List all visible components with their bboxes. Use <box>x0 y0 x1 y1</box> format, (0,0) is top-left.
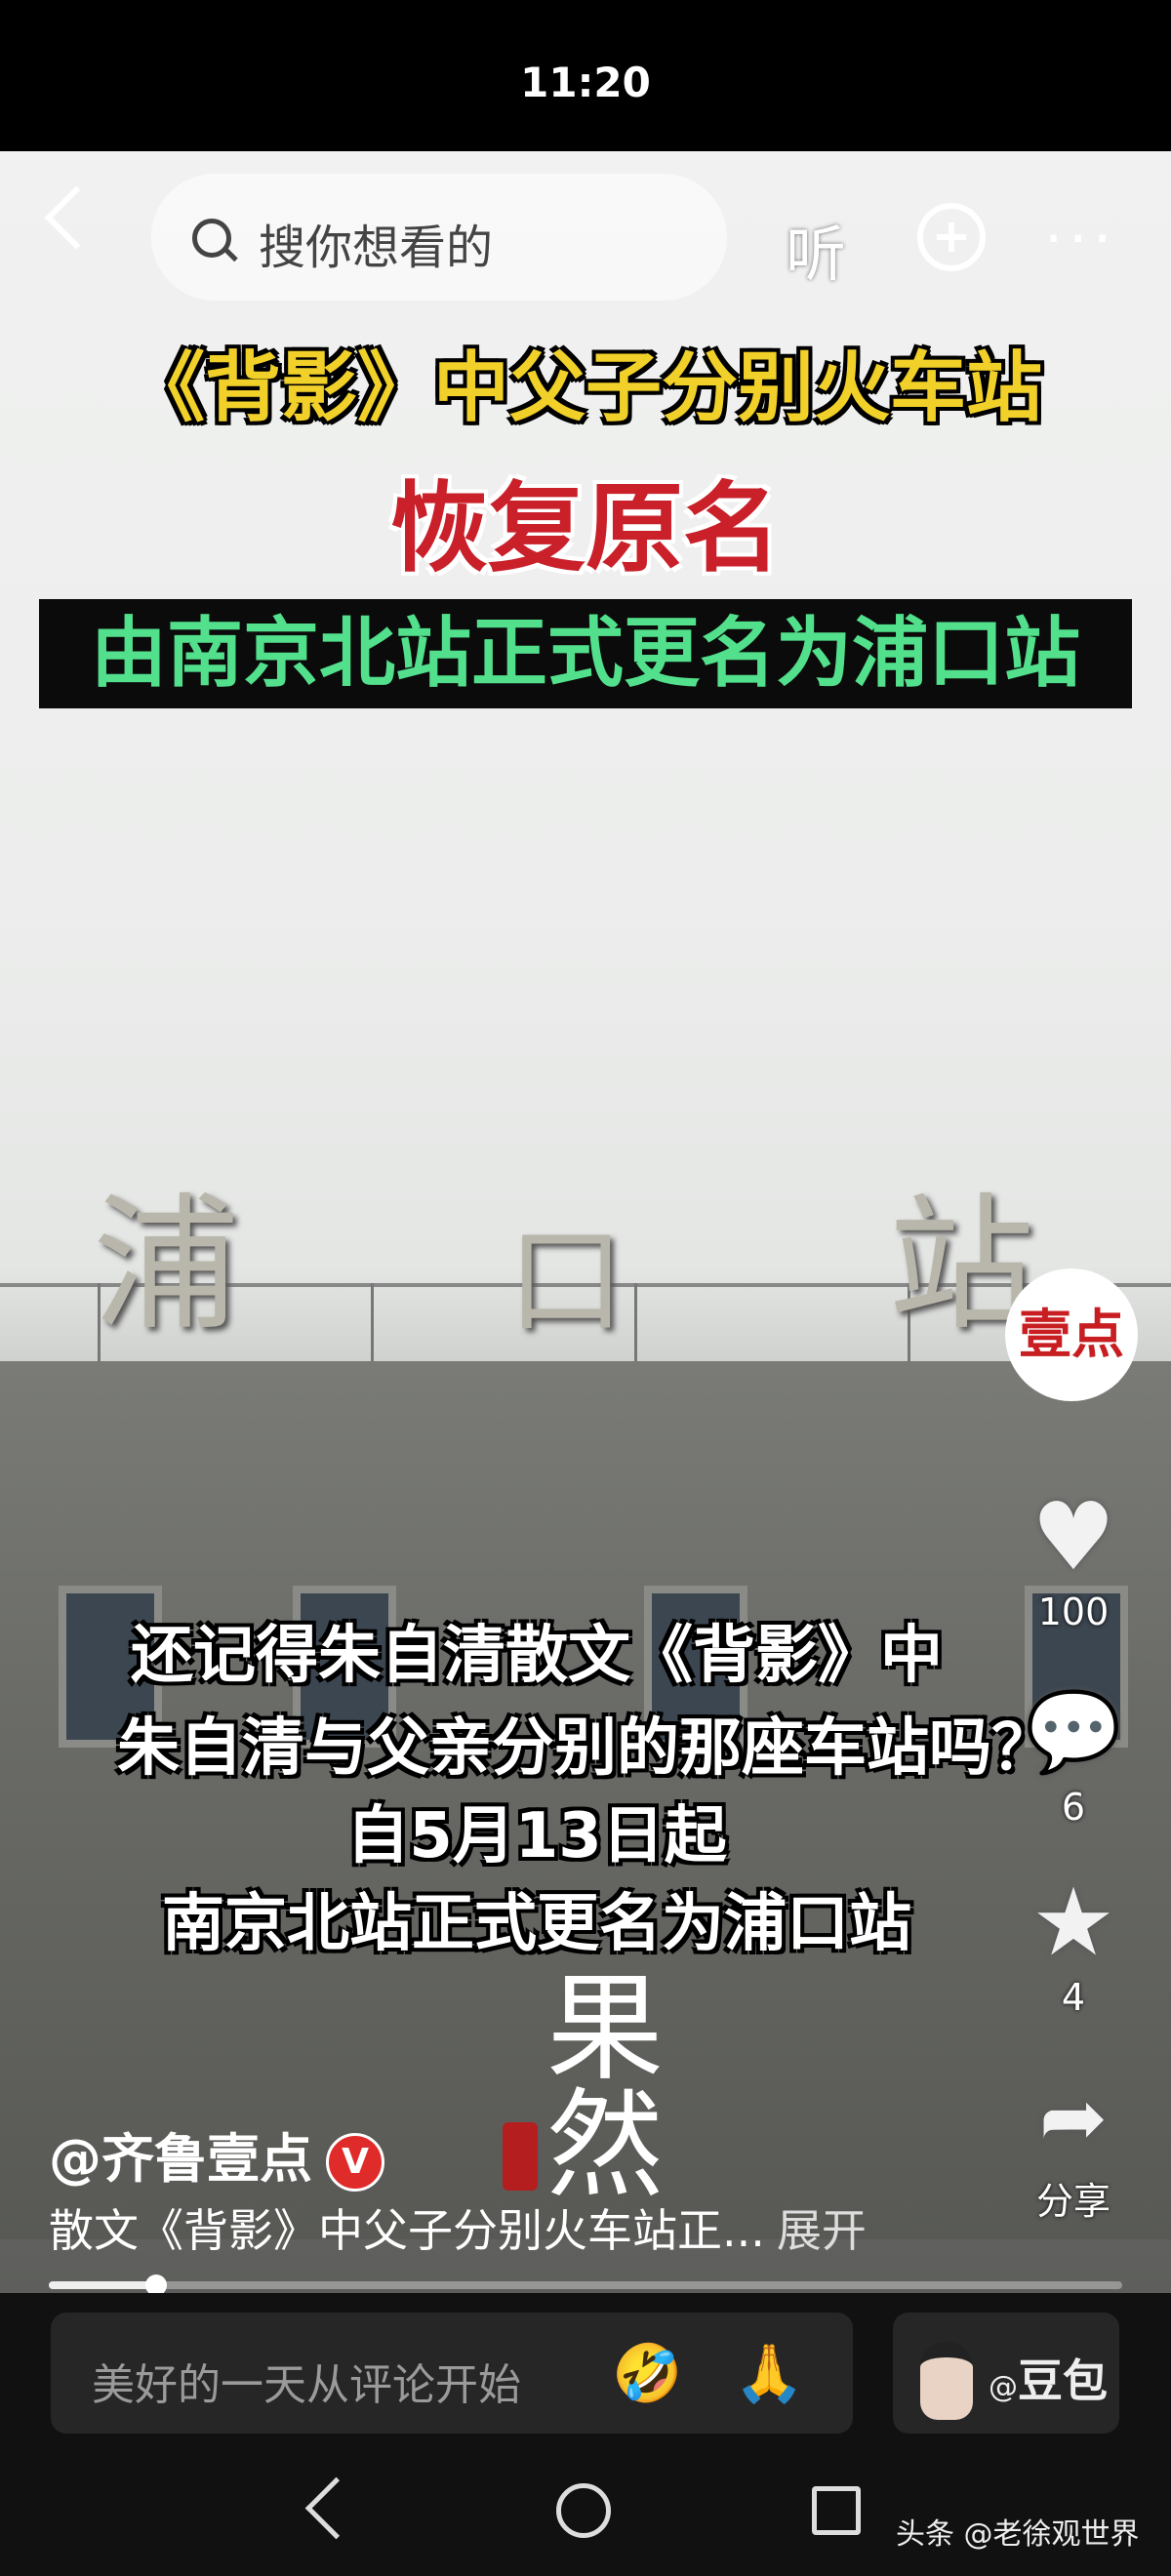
more-icon[interactable]: ··· <box>1044 205 1117 273</box>
video-progress-bar[interactable] <box>49 2274 1122 2296</box>
caption-line: 自5月13日起 <box>346 1800 727 1872</box>
comment-button[interactable]: 💬 6 <box>1015 1678 1132 1829</box>
headline-line2: 恢复原名 <box>390 471 781 585</box>
post-description[interactable]: 散文《背影》中父子分别火车站正... 展开 <box>49 2195 867 2260</box>
like-button[interactable]: ♥ 100 <box>1015 1483 1132 1633</box>
favorite-button[interactable]: ★ 4 <box>1015 1869 1132 2019</box>
system-recents-icon[interactable] <box>812 2486 861 2535</box>
star-icon: ★ <box>1030 1868 1116 1977</box>
verified-badge-icon: V <box>326 2133 384 2193</box>
sign-char-pu: 浦 <box>93 1181 240 1350</box>
listen-button[interactable]: 听 <box>786 205 846 293</box>
laughing-emoji-icon[interactable]: 🤣 <box>612 2340 682 2407</box>
comment-input[interactable]: 美好的一天从评论开始 🤣 🙏 <box>51 2313 853 2434</box>
comment-icon: 💬 <box>1025 1686 1122 1777</box>
headline-line3: 由南京北站正式更名为浦口站 <box>39 599 1132 708</box>
caption-line: 还记得朱自清散文《背影》中 <box>131 1620 943 1692</box>
pray-emoji-icon[interactable]: 🙏 <box>734 2340 804 2407</box>
share-label: 分享 <box>1035 2180 1110 2223</box>
system-home-icon[interactable] <box>556 2483 611 2538</box>
comment-placeholder: 美好的一天从评论开始 <box>92 2360 521 2410</box>
headline-line1: 《背影》中父子分别火车站 <box>128 344 1042 432</box>
comment-count: 6 <box>1061 1786 1086 1829</box>
share-icon: ➦ <box>1038 2070 1109 2165</box>
source-watermark: 头条 @老徐观世界 <box>896 2517 1140 2552</box>
description-text: 散文《背影》中父子分别火车站正... <box>49 2204 765 2257</box>
watermark-seal <box>503 2122 538 2191</box>
doubao-button[interactable]: @豆包 <box>893 2313 1119 2434</box>
expand-link[interactable]: 展开 <box>777 2204 867 2257</box>
search-bar[interactable]: 搜你想看的 <box>151 174 727 301</box>
heart-icon: ♥ <box>1030 1482 1116 1591</box>
caption-line: 朱自清与父亲分别的那座车站吗？ <box>117 1712 1054 1785</box>
status-bar: 11:20 <box>0 0 1171 151</box>
search-placeholder: 搜你想看的 <box>259 221 494 275</box>
status-time: 11:20 <box>520 59 651 106</box>
video-watermark: 果然 <box>546 1961 664 2214</box>
share-button[interactable]: ➦ 分享 <box>1015 2064 1132 2225</box>
sign-char-kou: 口 <box>507 1214 625 1349</box>
channel-logo[interactable]: 壹点 <box>1005 1268 1138 1401</box>
favorite-count: 4 <box>1061 1976 1086 2019</box>
doubao-text: 豆包 <box>1018 2355 1108 2407</box>
doubao-at: @ <box>989 2370 1018 2404</box>
author-name[interactable]: @齐鲁壹点 V <box>49 2115 384 2193</box>
author-handle[interactable]: @齐鲁壹点 <box>49 2128 312 2190</box>
caption-line: 南京北站正式更名为浦口站 <box>162 1888 911 1960</box>
progress-fill <box>49 2281 156 2289</box>
like-count: 100 <box>1037 1590 1110 1633</box>
search-icon <box>192 219 231 258</box>
doubao-avatar-icon <box>920 2342 973 2420</box>
add-icon[interactable] <box>917 203 986 271</box>
doubao-label: @豆包 <box>989 2346 1108 2410</box>
